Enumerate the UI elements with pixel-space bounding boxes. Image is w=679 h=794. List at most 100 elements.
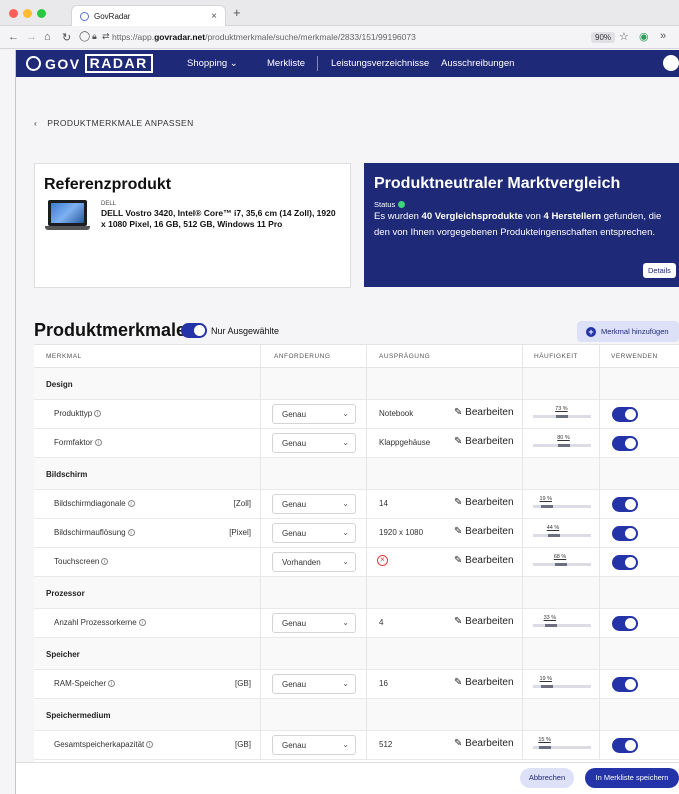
save-to-list-button[interactable]: In Merkliste speichern	[585, 768, 679, 788]
lock-icon[interactable]: 🔒︎	[92, 31, 97, 42]
requirement-value: Genau	[282, 439, 307, 448]
frequency-bar: 73 %	[533, 406, 591, 422]
edit-button[interactable]: ✎ Bearbeiten	[454, 677, 514, 688]
use-feature-toggle[interactable]	[612, 497, 638, 512]
maximize-window-button[interactable]	[37, 9, 46, 18]
feature-unit: [GB]	[234, 679, 251, 688]
requirement-value: Genau	[282, 680, 307, 689]
frequency-bar: 19 %	[533, 676, 591, 692]
chevron-down-icon: ⌄	[342, 438, 349, 447]
edit-button[interactable]: ✎ Bearbeiten	[454, 497, 514, 508]
requirement-select[interactable]: Vorhanden ⌄	[272, 552, 356, 572]
edit-button[interactable]: ✎ Bearbeiten	[454, 526, 514, 537]
use-feature-toggle[interactable]	[612, 738, 638, 753]
add-feature-button[interactable]: + Merkmal hinzufügen	[577, 321, 679, 342]
info-icon[interactable]: i	[127, 500, 135, 507]
details-button[interactable]: Details	[643, 263, 676, 278]
new-tab-icon[interactable]: +	[233, 5, 241, 20]
feature-value: 1920 x 1080	[379, 528, 424, 537]
nav-merkliste[interactable]: Merkliste	[267, 58, 305, 69]
edit-label: Bearbeiten	[465, 616, 514, 627]
nav-leistungsverzeichnisse[interactable]: Leistungsverzeichnisse	[331, 58, 429, 69]
pencil-icon: ✎	[454, 436, 463, 447]
bookmark-star-icon[interactable]: ☆	[619, 30, 629, 43]
not-applicable-icon: ×	[377, 555, 388, 566]
group-heading: Speichermedium	[34, 699, 679, 731]
feature-value: 4	[379, 618, 384, 627]
permissions-icon[interactable]: ⇄	[102, 31, 110, 42]
nav-ausschreibungen[interactable]: Ausschreibungen	[441, 58, 514, 69]
use-feature-toggle[interactable]	[612, 407, 638, 422]
reload-icon[interactable]: ↻	[62, 31, 71, 44]
pencil-icon: ✎	[454, 738, 463, 749]
requirement-select[interactable]: Genau ⌄	[272, 404, 356, 424]
edit-button[interactable]: ✎ Bearbeiten	[454, 436, 514, 447]
viewport-divider	[15, 50, 16, 794]
minimize-window-button[interactable]	[23, 9, 32, 18]
column-header-anforderung: ANFORDERUNG	[274, 353, 331, 360]
requirement-value: Genau	[282, 741, 307, 750]
reference-product-card: Referenzprodukt DELL DELL Vostro 3420, I…	[34, 163, 351, 288]
radar-logo-icon	[26, 56, 41, 71]
info-icon[interactable]: i	[127, 529, 135, 536]
home-icon[interactable]: ⌂	[44, 31, 51, 43]
pencil-icon: ✎	[454, 526, 463, 537]
status-label: Status	[374, 200, 396, 209]
extension-icon[interactable]: ◉	[639, 30, 649, 43]
edit-button[interactable]: ✎ Bearbeiten	[454, 407, 514, 418]
url-field[interactable]: https://app.govradar.net/produktmerkmale…	[112, 32, 416, 42]
table-row: Bildschirmauflösung i [Pixel] Genau ⌄ 1920 x …	[34, 519, 679, 548]
frequency-label: 44 %	[546, 525, 560, 531]
zoom-level[interactable]: 90%	[591, 32, 616, 43]
column-header-verwenden: VERWENDEN	[611, 353, 658, 360]
use-feature-toggle[interactable]	[612, 616, 638, 631]
feature-label-cell: RAM-Speicher i	[54, 679, 116, 688]
shield-icon[interactable]: ◯	[79, 31, 90, 42]
requirement-select[interactable]: Genau ⌄	[272, 613, 356, 633]
info-icon[interactable]: i	[146, 741, 154, 748]
feature-label: Anzahl Prozessorkerne	[54, 618, 137, 627]
requirement-select[interactable]: Genau ⌄	[272, 494, 356, 514]
info-icon[interactable]: i	[101, 558, 109, 565]
user-avatar-icon[interactable]	[663, 55, 679, 71]
section-title: Produktmerkmale	[34, 320, 187, 340]
nav-shopping-label: Shopping	[187, 58, 228, 69]
group-heading: Prozessor	[34, 577, 679, 609]
govradar-logo[interactable]: GOV RADAR	[26, 54, 153, 73]
requirement-value: Genau	[282, 500, 307, 509]
info-icon[interactable]: i	[108, 680, 116, 687]
use-feature-toggle[interactable]	[612, 555, 638, 570]
frequency-label: 73 %	[555, 406, 568, 412]
cancel-button[interactable]: Abbrechen	[520, 768, 574, 788]
nav-shopping[interactable]: Shopping ⌄	[187, 58, 238, 69]
back-link[interactable]: ‹ PRODUKTMERKMALE ANPASSEN	[34, 118, 194, 128]
edit-button[interactable]: ✎ Bearbeiten	[454, 616, 514, 627]
requirement-select[interactable]: Genau ⌄	[272, 523, 356, 543]
only-selected-toggle[interactable]	[181, 323, 207, 338]
tab-close-icon[interactable]: ×	[211, 11, 217, 22]
edit-button[interactable]: ✎ Bearbeiten	[454, 555, 514, 566]
feature-label: Touchscreen	[54, 557, 100, 566]
status-ok-icon	[398, 201, 406, 208]
use-feature-toggle[interactable]	[612, 677, 638, 692]
use-feature-toggle[interactable]	[612, 526, 638, 541]
browser-tab[interactable]: GovRadar ×	[71, 5, 226, 26]
reference-title: Referenzprodukt	[44, 176, 172, 193]
requirement-select[interactable]: Genau ⌄	[272, 674, 356, 694]
chevron-down-icon: ⌄	[342, 618, 349, 627]
back-arrow-icon[interactable]: ←	[8, 31, 19, 43]
info-icon[interactable]: i	[138, 619, 146, 626]
use-feature-toggle[interactable]	[612, 436, 638, 451]
frequency-fill	[540, 505, 553, 508]
requirement-select[interactable]: Genau ⌄	[272, 433, 356, 453]
info-icon[interactable]: i	[94, 410, 102, 417]
close-window-button[interactable]	[9, 9, 18, 18]
edit-button[interactable]: ✎ Bearbeiten	[454, 738, 514, 749]
feature-value: 512	[379, 740, 393, 749]
info-icon[interactable]: i	[94, 439, 102, 446]
market-summary: Es wurden 40 Vergleichsprodukte von 4 He…	[374, 211, 662, 238]
overflow-menu-icon[interactable]: »	[660, 30, 666, 42]
frequency-label: 80 %	[557, 435, 570, 441]
forward-arrow-icon[interactable]: →	[26, 31, 37, 43]
requirement-select[interactable]: Genau ⌄	[272, 735, 356, 755]
